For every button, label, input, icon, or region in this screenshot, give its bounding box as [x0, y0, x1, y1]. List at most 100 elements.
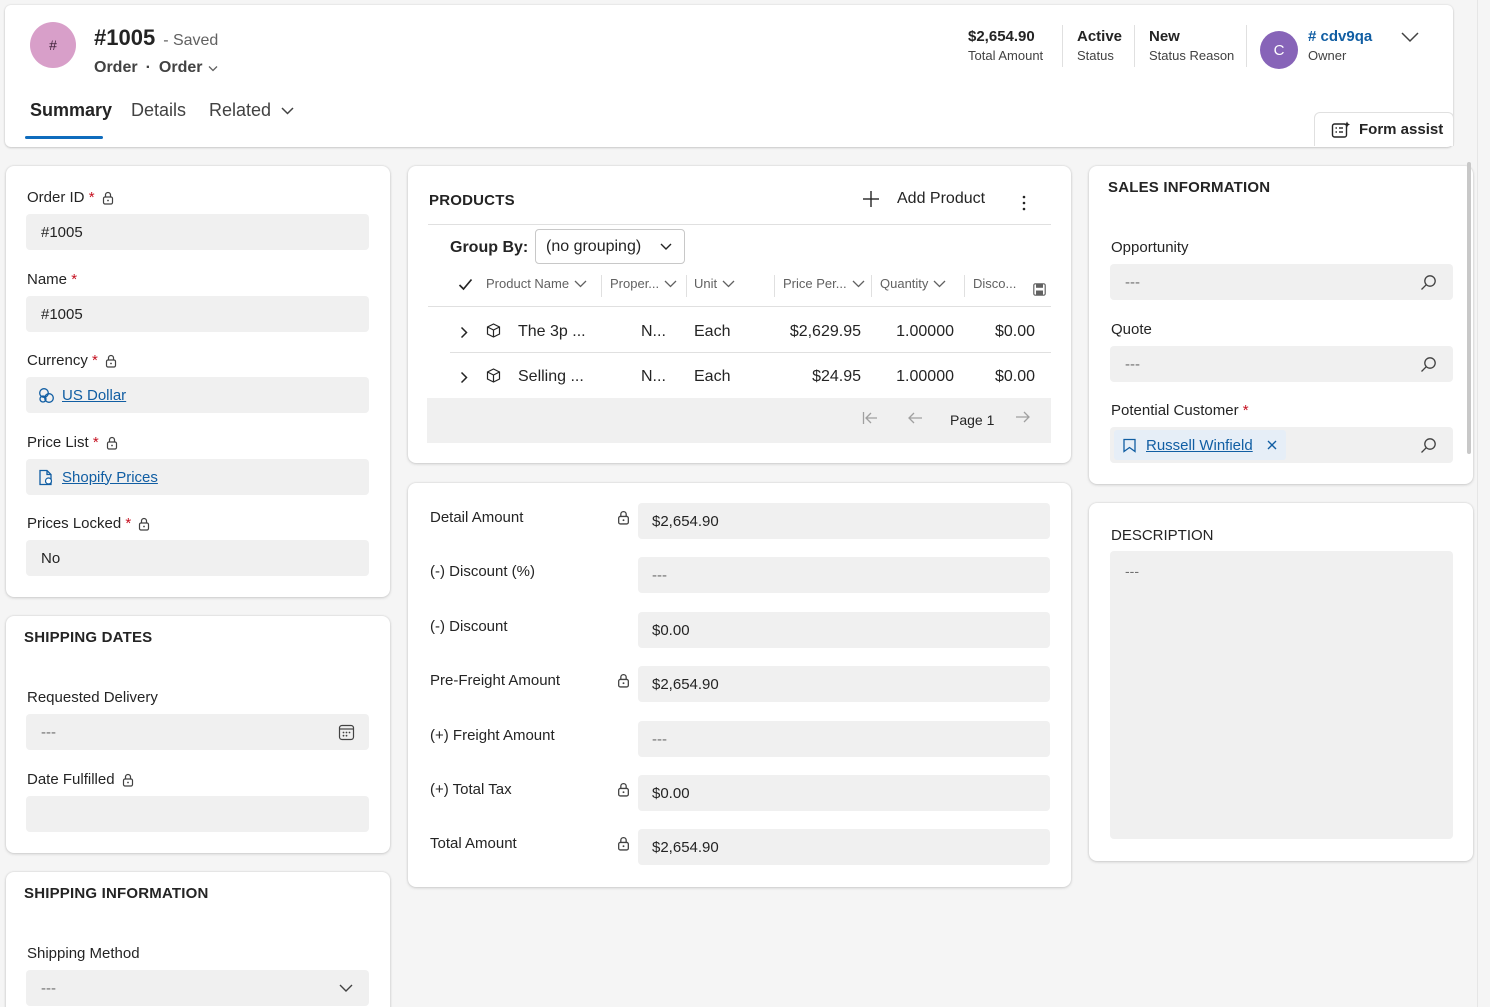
shipping-method-select[interactable]: --- — [26, 970, 369, 1006]
group-by-label: Group By: — [450, 239, 529, 256]
chevron-down-icon — [339, 984, 353, 992]
requested-delivery-field[interactable]: --- — [26, 714, 369, 750]
search-icon[interactable] — [1420, 437, 1437, 454]
group-by-select[interactable]: (no grouping) — [535, 229, 685, 264]
page-edge — [1477, 0, 1478, 1007]
column-divider — [964, 275, 965, 297]
chevron-right-icon — [460, 326, 468, 339]
quote-lookup[interactable]: --- — [1110, 346, 1453, 382]
product-name-cell[interactable]: The 3p ... — [518, 323, 586, 341]
tab-related[interactable]: Related — [209, 100, 294, 121]
previous-page-button[interactable] — [907, 411, 923, 430]
products-title: PRODUCTS — [429, 192, 515, 209]
expand-row-button[interactable] — [460, 326, 468, 344]
property-cell: N... — [641, 368, 666, 385]
tab-summary[interactable]: Summary — [30, 100, 112, 121]
potential-customer-link[interactable]: Russell Winfield — [1146, 437, 1253, 454]
amount-field[interactable]: --- — [638, 721, 1050, 757]
amount-field[interactable]: $0.00 — [638, 775, 1050, 811]
select-all-checkbox[interactable] — [458, 278, 473, 296]
owner-field: # cdv9qa Owner — [1308, 28, 1373, 63]
date-fulfilled-field[interactable] — [26, 796, 369, 832]
description-textarea[interactable]: --- — [1110, 551, 1453, 839]
add-product-button[interactable]: Add Product — [862, 190, 985, 208]
product-icon — [486, 368, 501, 388]
name-label: Name * — [27, 271, 78, 288]
column-divider — [871, 275, 872, 297]
amount-field[interactable]: $0.00 — [638, 612, 1050, 648]
product-box-icon — [486, 323, 501, 338]
currency-link[interactable]: US Dollar — [62, 387, 126, 404]
column-header-unit[interactable]: Unit — [694, 276, 735, 291]
close-icon[interactable] — [1267, 440, 1277, 450]
owner-link[interactable]: # cdv9qa — [1308, 28, 1372, 45]
potential-customer-lookup[interactable]: Russell Winfield — [1110, 427, 1453, 463]
amount-field[interactable]: --- — [638, 557, 1050, 593]
first-page-icon — [862, 412, 877, 424]
column-header-quantity[interactable]: Quantity — [880, 276, 946, 291]
arrow-left-icon — [908, 412, 922, 424]
plus-icon — [863, 191, 879, 207]
price-list-field[interactable]: Shopify Prices — [26, 459, 369, 495]
more-options-button[interactable] — [1018, 194, 1030, 212]
lock-icon — [617, 510, 630, 530]
amount-label: (+) Total Tax — [430, 781, 512, 798]
first-page-button[interactable] — [862, 411, 878, 430]
lock-icon — [139, 517, 150, 531]
opportunity-label: Opportunity — [1111, 239, 1189, 256]
record-header — [5, 5, 1453, 147]
column-header-discount[interactable]: Disco... — [973, 276, 1016, 291]
opportunity-lookup[interactable]: --- — [1110, 264, 1453, 300]
more-vertical-icon — [1022, 195, 1026, 211]
stat-divider — [1062, 25, 1063, 67]
requested-delivery-label: Requested Delivery — [27, 689, 158, 706]
owner-avatar[interactable]: C — [1260, 31, 1298, 69]
chevron-down-icon — [281, 106, 294, 115]
search-icon[interactable] — [1420, 274, 1437, 291]
amount-field[interactable]: $2,654.90 — [638, 503, 1050, 539]
expand-row-button[interactable] — [460, 371, 468, 389]
lock-icon — [617, 836, 630, 856]
next-page-button[interactable] — [1015, 410, 1031, 429]
prices-locked-field[interactable]: No — [26, 540, 369, 576]
record-title-group: #1005 - Saved — [94, 25, 218, 51]
product-name-cell[interactable]: Selling ... — [518, 368, 584, 386]
arrow-right-icon — [1016, 411, 1030, 423]
calendar-icon[interactable] — [338, 724, 355, 741]
chevron-down-icon — [209, 65, 218, 71]
column-header-price-per-unit[interactable]: Price Per... — [783, 276, 865, 291]
shipping-dates-title: SHIPPING DATES — [24, 629, 153, 646]
form-selector[interactable]: Order — [159, 59, 219, 77]
chevron-down-icon — [933, 280, 946, 287]
stat-divider — [1134, 25, 1135, 67]
order-id-field[interactable]: #1005 — [26, 214, 369, 250]
price-list-link[interactable]: Shopify Prices — [62, 469, 158, 486]
column-divider — [686, 275, 687, 297]
form-assist-button[interactable]: Form assist — [1314, 112, 1454, 146]
chevron-right-icon — [460, 371, 468, 384]
currency-label: Currency * — [27, 352, 117, 369]
amount-label: (+) Freight Amount — [430, 727, 555, 744]
amount-field[interactable]: $2,654.90 — [638, 666, 1050, 702]
page-scrollbar[interactable] — [1467, 162, 1471, 454]
price-cell: $2,629.95 — [789, 323, 861, 340]
sales-info-title: SALES INFORMATION — [1108, 179, 1271, 196]
customer-tag: Russell Winfield — [1114, 430, 1286, 460]
stat-total-amount: $2,654.90 Total Amount — [968, 28, 1044, 63]
column-header-property[interactable]: Proper... — [610, 276, 677, 291]
chevron-down-icon — [664, 280, 677, 287]
currency-field[interactable]: US Dollar — [26, 377, 369, 413]
price-cell: $24.95 — [812, 368, 861, 385]
shipping-method-label: Shipping Method — [27, 945, 140, 962]
save-grid-button[interactable] — [1033, 283, 1046, 301]
record-title: #1005 — [94, 25, 156, 50]
amount-label: Detail Amount — [430, 509, 524, 526]
order-id-label: Order ID * — [27, 189, 114, 206]
column-divider — [601, 275, 602, 297]
name-field[interactable]: #1005 — [26, 296, 369, 332]
tab-details[interactable]: Details — [131, 100, 186, 121]
header-expand-button[interactable] — [1400, 30, 1424, 48]
search-icon[interactable] — [1420, 356, 1437, 373]
amount-field[interactable]: $2,654.90 — [638, 829, 1050, 865]
column-header-product-name[interactable]: Product Name — [486, 276, 587, 291]
